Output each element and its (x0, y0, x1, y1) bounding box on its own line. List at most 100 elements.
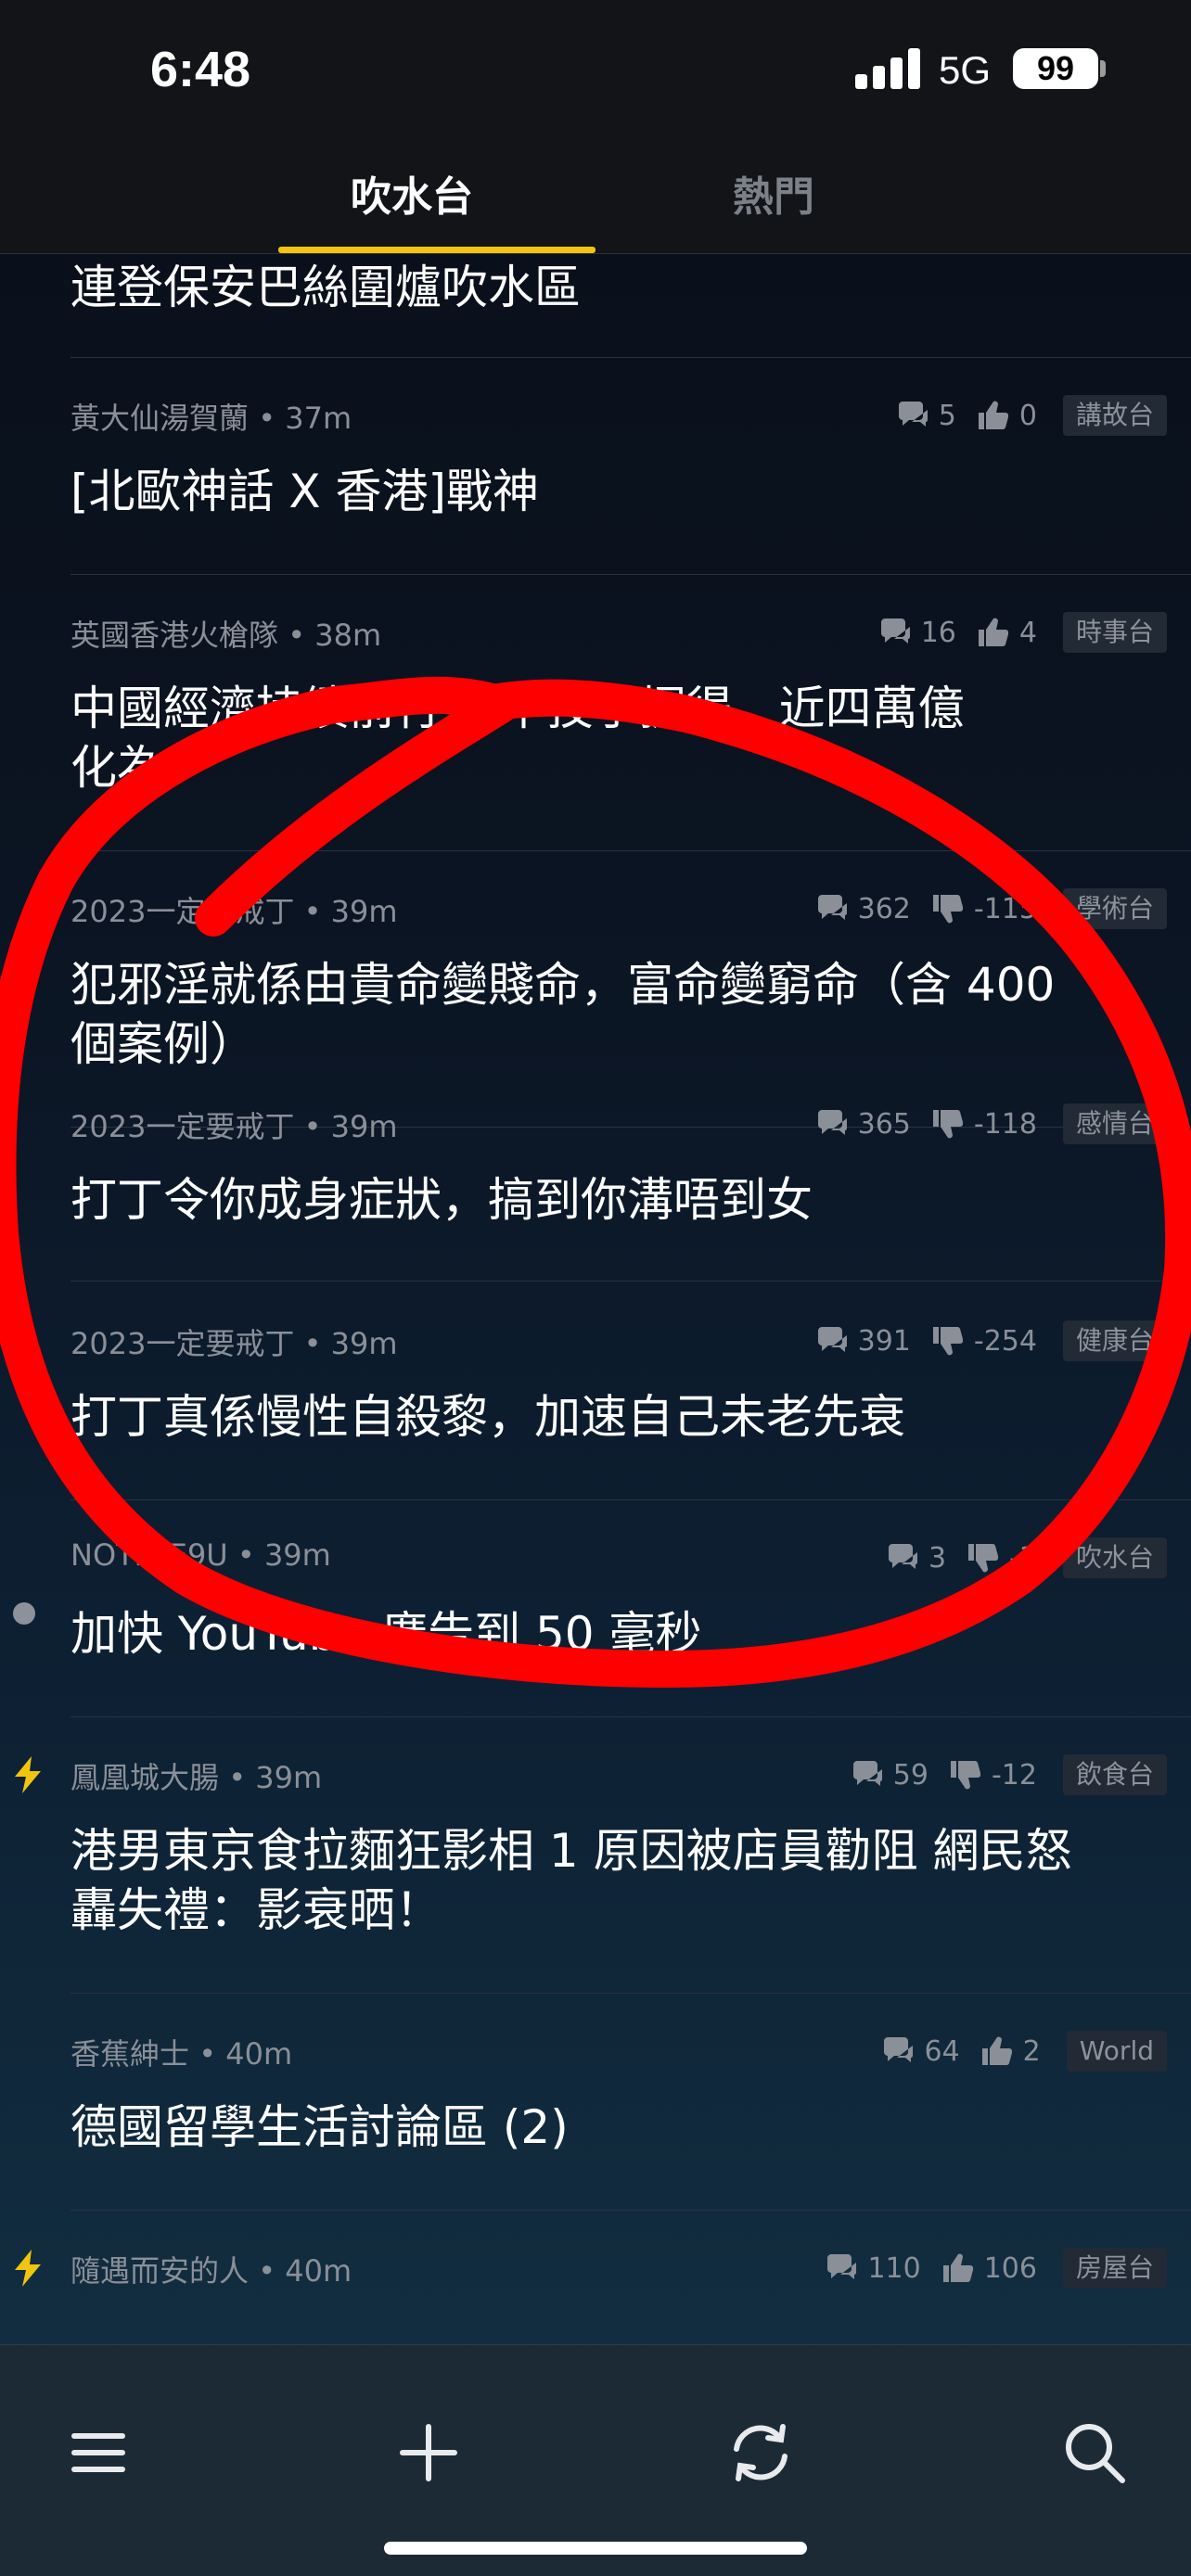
reply-count: 391 (815, 1325, 911, 1358)
thread-row: 2023一定要戒丁 • 39m 365 -118 感情台 打丁令你成身症狀，搞到… (70, 1066, 1191, 1282)
vote-count: 0 (977, 400, 1037, 432)
comment-icon (880, 618, 910, 644)
lightning-icon (13, 2250, 43, 2290)
channel-badge[interactable]: 感情台 (1062, 1103, 1167, 1144)
list-item[interactable]: NOTIME9U • 39m 3 -3 吹水台 加快 YouTube 廣告到 5… (0, 1500, 1191, 1717)
thread-stats: 3 -3 吹水台 (886, 1537, 1167, 1578)
search-icon[interactable] (1057, 2416, 1132, 2490)
channel-badge[interactable]: World (1066, 2031, 1167, 2072)
thread-stats: 362 -115 學術台 (815, 888, 1167, 929)
meta-separator: • (288, 618, 315, 653)
bottom-toolbar (0, 2344, 1191, 2576)
thread-row: 隨遇而安的人 • 40m 110 106 房屋台 (70, 2211, 1191, 2344)
thread-meta: 黃大仙湯賀蘭 • 37m (70, 395, 352, 436)
post-time: 37m (285, 401, 352, 436)
thread-title: [北歐神話 X 香港]戰神 (70, 465, 540, 518)
channel-badge[interactable]: 健康台 (1062, 1320, 1167, 1361)
reply-count: 16 (878, 617, 956, 649)
meta-separator: • (303, 894, 331, 929)
vote-count: -118 (931, 1108, 1037, 1141)
lightning-icon (13, 1756, 43, 1797)
channel-badge[interactable]: 房屋台 (1062, 2248, 1167, 2289)
author-name[interactable]: 鳳凰城大腸 (70, 1760, 219, 1795)
channel-badge[interactable]: 學術台 (1062, 888, 1167, 929)
thumbs-down-icon (968, 1544, 999, 1573)
thread-stats: 391 -254 健康台 (815, 1320, 1167, 1361)
thread-meta: 香蕉紳士 • 40m (70, 2031, 292, 2072)
thread-meta: 2023一定要戒丁 • 39m (70, 1103, 398, 1144)
comment-icon (898, 402, 928, 427)
thread-meta: 2023一定要戒丁 • 39m (70, 1320, 398, 1361)
thread-list[interactable]: 連登保安巴絲圍爐吹水區 黃大仙湯賀蘭 • 37m 5 0 講故台 [北歐神話 X… (0, 254, 1191, 2344)
thread-title: 港男東京食拉麵狂影相 1 原因被店員勸阻 網民怒 轟失禮：影衰晒！ (70, 1824, 1072, 1937)
post-time: 39m (255, 1760, 323, 1795)
thread-row: 2023一定要戒丁 • 39m 391 -254 健康台 打丁真係慢性自殺黎，加… (70, 1283, 1191, 1500)
thumbs-down-icon (932, 1110, 963, 1139)
thread-stats: 110 106 房屋台 (825, 2248, 1167, 2289)
post-time: 39m (330, 1326, 398, 1361)
battery-icon: 99 (1013, 48, 1098, 89)
author-name[interactable]: 香蕉紳士 (70, 2036, 189, 2072)
author-name[interactable]: 2023一定要戒丁 (70, 1326, 294, 1361)
thread-title: 犯邪淫就係由貴命變賤命，富命變窮命（含 400 個案例） (70, 958, 1056, 1071)
active-tab-indicator (278, 247, 596, 253)
thread-title: 中國經濟持續前行 3 中技手掘得，近四萬億 化為！ (70, 682, 965, 795)
comment-icon (884, 2037, 914, 2062)
channel-badge[interactable]: 講故台 (1062, 395, 1167, 436)
post-time: 38m (314, 618, 382, 653)
meta-separator: • (258, 401, 286, 436)
battery-tip (1100, 60, 1106, 77)
unread-dot-icon (13, 1602, 35, 1625)
thread-title: 加快 YouTube 廣告到 50 毫秒 (70, 1607, 702, 1661)
thumbs-up-icon (978, 401, 1008, 429)
thread-row: NOTIME9U • 39m 3 -3 吹水台 加快 YouTube 廣告到 5… (70, 1500, 1191, 1717)
post-time: 40m (225, 2036, 293, 2072)
comment-icon (888, 1544, 917, 1569)
reply-count: 5 (896, 400, 956, 432)
channel-badge[interactable]: 飲食台 (1062, 1754, 1167, 1795)
thumbs-up-icon (942, 2253, 973, 2282)
thumbs-down-icon (932, 895, 963, 924)
list-item[interactable]: 鳳凰城大腸 • 39m 59 -12 飲食台 港男東京食拉麵狂影相 1 原因被店… (0, 1717, 1191, 1994)
post-time: 39m (330, 1109, 398, 1144)
author-name[interactable]: 隨遇而安的人 (70, 2253, 249, 2289)
reply-count: 59 (851, 1759, 928, 1792)
network-type: 5G (939, 48, 992, 92)
channel-tabs: 吹水台 熱門 (0, 139, 1191, 254)
list-item[interactable]: 連登保安巴絲圍爐吹水區 (70, 254, 1191, 358)
plus-icon[interactable] (391, 2416, 466, 2490)
post-time: 40m (285, 2253, 352, 2289)
author-name[interactable]: NOTIME9U (70, 1537, 228, 1573)
thumbs-up-icon (978, 618, 1008, 646)
list-item[interactable]: 英國香港火槍隊 • 38m 16 4 時事台 中國經濟持續前行 3 中技手掘得，… (0, 575, 1191, 851)
menu-icon[interactable] (61, 2416, 135, 2490)
list-item[interactable]: 隨遇而安的人 • 40m 110 106 房屋台 (0, 2211, 1191, 2344)
author-name[interactable]: 2023一定要戒丁 (70, 1109, 294, 1144)
list-item[interactable]: 2023一定要戒丁 • 39m 391 -254 健康台 打丁真係慢性自殺黎，加… (0, 1283, 1191, 1500)
thread-row: 鳳凰城大腸 • 39m 59 -12 飲食台 港男東京食拉麵狂影相 1 原因被店… (70, 1717, 1191, 1994)
status-bar: 6:48 5G 99 (0, 0, 1191, 139)
thread-title: 打丁真係慢性自殺黎，加速自己未老先衰 (70, 1390, 905, 1444)
cellular-signal-icon (855, 46, 920, 89)
thread-meta: 2023一定要戒丁 • 39m (70, 888, 398, 929)
home-indicator[interactable] (384, 2542, 807, 2555)
channel-badge[interactable]: 吹水台 (1062, 1537, 1167, 1578)
thread-meta: 鳳凰城大腸 • 39m (70, 1754, 322, 1795)
thread-meta: 英國香港火槍隊 • 38m (70, 612, 381, 653)
comment-icon (817, 1110, 847, 1135)
author-name[interactable]: 英國香港火槍隊 (70, 618, 278, 653)
meta-separator: • (198, 2036, 226, 2072)
list-item[interactable]: 香蕉紳士 • 40m 64 2 World 德國留學生活討論區 (2) (0, 1994, 1191, 2211)
author-name[interactable]: 2023一定要戒丁 (70, 894, 294, 929)
vote-count: -115 (931, 893, 1037, 925)
author-name[interactable]: 黃大仙湯賀蘭 (70, 401, 249, 436)
tab-trending[interactable]: 熱門 (733, 163, 814, 223)
channel-badge[interactable]: 時事台 (1062, 612, 1167, 653)
tab-chit-chat[interactable]: 吹水台 (351, 163, 473, 223)
post-time: 39m (330, 894, 398, 929)
list-item[interactable]: 黃大仙湯賀蘭 • 37m 5 0 講故台 [北歐神話 X 香港]戰神 (0, 358, 1191, 575)
meta-separator: • (303, 1326, 331, 1361)
refresh-icon[interactable] (724, 2416, 798, 2490)
list-item[interactable]: 2023一定要戒丁 • 39m 365 -118 感情台 打丁令你成身症狀，搞到… (0, 1066, 1191, 1282)
reply-count: 64 (881, 2035, 960, 2068)
